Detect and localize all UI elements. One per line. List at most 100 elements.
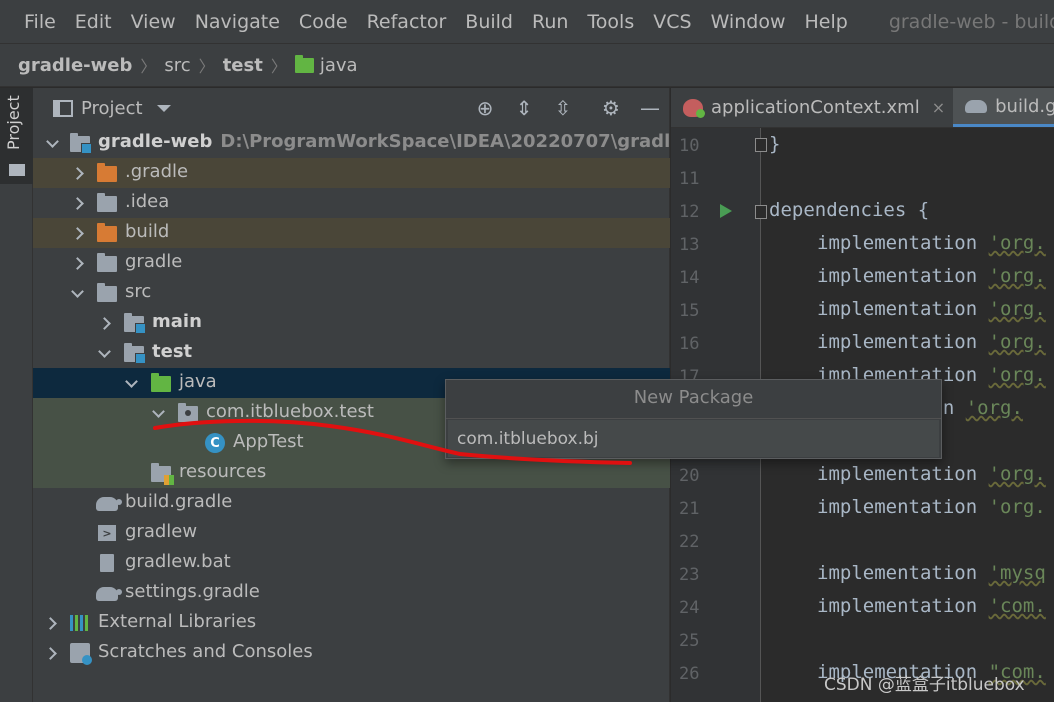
menu-edit[interactable]: Edit [75,11,112,33]
code-line-10[interactable]: } [769,133,780,155]
tree-row-resources[interactable]: resources [33,458,670,488]
tree-row-external-libraries[interactable]: External Libraries [33,608,670,638]
code-line-23[interactable]: implementation 'mysq [817,562,1046,584]
chevron-right-icon[interactable] [98,318,110,330]
tree-label: com.itbluebox.test [206,401,374,422]
tree-row-src[interactable]: src [33,278,670,308]
popup-divider [446,418,941,419]
breadcrumb-java[interactable]: java [320,55,358,76]
code-line-16[interactable]: implementation 'org. [817,331,1046,353]
expand-all-icon[interactable]: ⇕ [512,96,536,120]
folder-icon [9,164,25,176]
gradle-elephant-icon [965,99,988,113]
menu-refactor[interactable]: Refactor [367,11,447,33]
project-tool-window-button[interactable]: Project [0,88,33,184]
gear-icon[interactable]: ⚙ [599,96,623,120]
line-number: 24 [679,598,700,618]
module-folder-icon [124,343,146,364]
excluded-folder-icon [97,163,117,182]
fold-marker-icon[interactable] [755,205,767,219]
scratches-icon [70,643,92,665]
menu-tools[interactable]: Tools [587,11,634,33]
chevron-right-icon[interactable] [44,648,56,660]
menu-window[interactable]: Window [711,11,786,33]
fold-marker-icon[interactable] [755,138,767,152]
breadcrumb-src[interactable]: src [164,55,190,76]
tree-row-gradlew-bat[interactable]: gradlew.bat [33,548,670,578]
tree-row-dot-idea[interactable]: .idea [33,188,670,218]
breadcrumb-project[interactable]: gradle-web [18,55,132,76]
folder-icon [97,193,117,212]
tree-label: External Libraries [98,611,257,632]
tree-row-main[interactable]: main [33,308,670,338]
chevron-down-icon[interactable] [125,378,137,390]
tree-row-build-gradle[interactable]: build.gradle [33,488,670,518]
tree-label: build [125,221,170,242]
chevron-down-icon[interactable] [71,288,83,300]
tree-row-scratches[interactable]: Scratches and Consoles [33,638,670,668]
chevron-down-icon[interactable] [46,138,58,150]
tree-row-gradlew[interactable]: > gradlew [33,518,670,548]
tree-row-settings-gradle[interactable]: settings.gradle [33,578,670,608]
close-icon[interactable]: × [932,98,945,117]
breadcrumb-test[interactable]: test [223,55,263,76]
menu-view[interactable]: View [131,11,176,33]
chevron-right-icon[interactable] [71,258,83,270]
menu-file[interactable]: File [24,11,56,33]
menu-run[interactable]: Run [532,11,568,33]
menu-help[interactable]: Help [804,11,847,33]
code-line-12[interactable]: dependencies { [769,199,929,221]
code-line-14[interactable]: implementation 'org. [817,265,1046,287]
tree-label: .gradle [125,161,189,182]
code-line-20[interactable]: implementation 'org. [817,463,1046,485]
chevron-right-icon[interactable] [71,198,83,210]
line-number: 10 [679,136,700,156]
menu-code[interactable]: Code [299,11,348,33]
excluded-folder-icon [97,223,117,242]
chevron-right-icon[interactable] [44,618,56,630]
chevron-down-icon[interactable] [98,348,110,360]
tree-row-root[interactable]: gradle-web D:\ProgramWorkSpace\IDEA\20220… [33,128,732,158]
chevron-down-icon[interactable] [152,408,164,420]
run-gutter-icon[interactable] [720,204,732,218]
menu-navigate[interactable]: Navigate [195,11,280,33]
project-panel-title[interactable]: Project [81,98,143,119]
spring-xml-icon [683,98,705,118]
tree-row-test[interactable]: test [33,338,670,368]
tree-label: test [152,341,193,362]
code-line-13[interactable]: implementation 'org. [817,232,1046,254]
chevron-right-icon[interactable] [71,168,83,180]
project-stripe-label: Project [4,95,23,150]
tree-label: resources [179,461,267,482]
tree-row-dot-gradle[interactable]: .gradle [33,158,670,188]
chevron-down-icon[interactable] [156,104,171,112]
left-tool-stripe: Project [0,88,33,702]
tab-build-gradle[interactable]: build.gr [953,88,1054,127]
menu-bar: IJ File Edit View Navigate Code Refactor… [0,0,1054,43]
popup-title: New Package [633,387,754,408]
code-line-15[interactable]: implementation 'org. [817,298,1046,320]
line-number: 12 [679,202,700,222]
menu-build[interactable]: Build [465,11,513,33]
menu-vcs[interactable]: VCS [653,11,691,33]
tree-row-build[interactable]: build [33,218,670,248]
library-icon [70,615,90,631]
line-number: 14 [679,268,700,288]
tab-application-context[interactable]: applicationContext.xml × [671,88,953,127]
collapse-all-icon[interactable]: ⇳ [551,96,575,120]
chevron-right-icon[interactable] [71,228,83,240]
tree-label: gradlew [125,521,198,542]
line-number: 11 [679,169,700,189]
tree-row-gradle[interactable]: gradle [33,248,670,278]
package-icon [178,403,198,422]
tree-label: src [125,281,152,302]
locate-file-icon[interactable]: ⊕ [473,96,497,120]
tree-label: Scratches and Consoles [98,641,313,662]
breadcrumb-separator-icon: 〉 [140,57,157,76]
breadcrumb-separator-icon: 〉 [270,57,287,76]
tree-label: .idea [125,191,170,212]
package-name-input[interactable] [448,420,939,457]
code-line-21[interactable]: implementation 'org. [817,496,1046,518]
code-line-24[interactable]: implementation 'com. [817,595,1046,617]
hide-panel-icon[interactable]: — [638,96,662,120]
